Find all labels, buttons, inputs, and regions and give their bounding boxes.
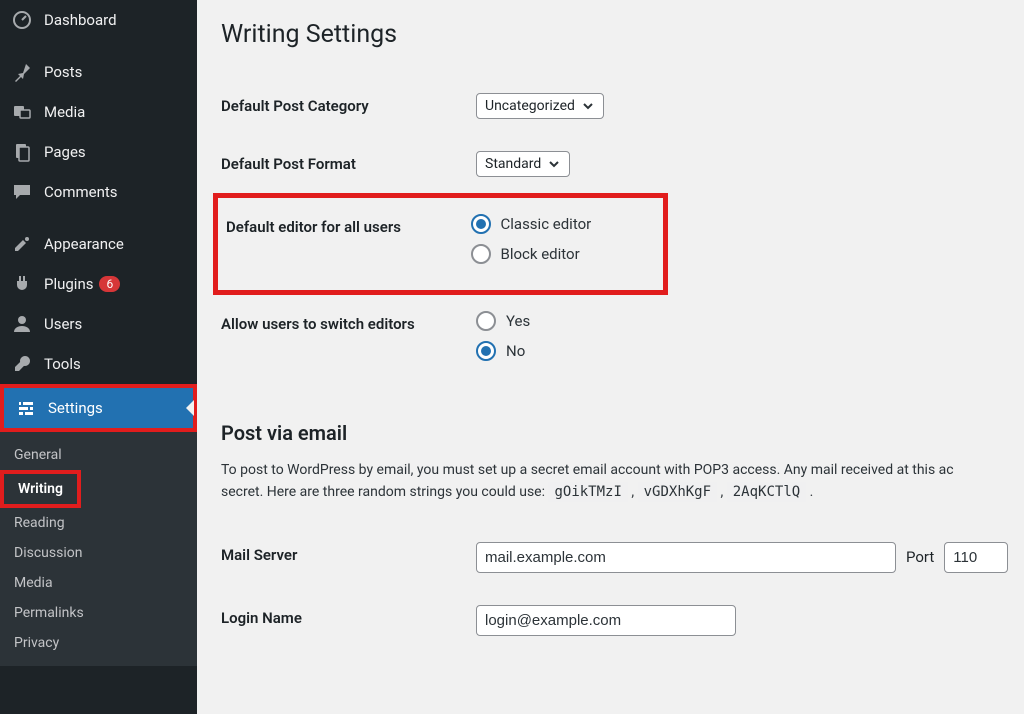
radio-classic-editor[interactable]: Classic editor: [471, 214, 664, 234]
random-string-3: 2AqKCTlQ: [727, 482, 806, 502]
post-via-email-form: Mail Server Port Login Name: [221, 526, 1016, 652]
writing-settings-form-cont: Allow users to switch editors Yes No: [221, 295, 1016, 387]
sidebar-item-comments[interactable]: Comments: [0, 172, 197, 212]
sidebar-label: Settings: [48, 399, 103, 417]
radio-allow-switch-no[interactable]: No: [476, 341, 1016, 361]
plugins-update-badge: 6: [99, 276, 120, 292]
random-string-2: vGDXhKgF: [638, 482, 717, 502]
sidebar-label: Media: [44, 103, 85, 121]
highlight-default-editor: Default editor for all users Classic edi…: [213, 193, 668, 295]
sidebar-label: Posts: [44, 63, 82, 81]
appearance-icon: [12, 234, 32, 254]
radio-block-editor[interactable]: Block editor: [471, 244, 664, 264]
label-allow-switch: Allow users to switch editors: [221, 295, 476, 387]
label-login-name: Login Name: [221, 589, 476, 652]
chevron-down-icon: [547, 157, 561, 171]
label-port: Port: [906, 548, 934, 566]
page-title: Writing Settings: [221, 20, 1016, 49]
subnav-general[interactable]: General: [0, 440, 197, 470]
radio-icon: [471, 214, 491, 234]
sidebar-item-pages[interactable]: Pages: [0, 132, 197, 172]
sidebar-label: Appearance: [44, 235, 124, 253]
admin-sidebar: Dashboard Posts Media Pages Comments App…: [0, 0, 197, 714]
subnav-discussion[interactable]: Discussion: [0, 538, 197, 568]
chevron-down-icon: [581, 99, 595, 113]
sidebar-label: Dashboard: [44, 11, 117, 29]
heading-post-via-email: Post via email: [221, 421, 1016, 445]
media-icon: [12, 102, 32, 122]
sidebar-label: Tools: [44, 355, 81, 373]
input-login-name[interactable]: [476, 605, 736, 636]
label-default-editor: Default editor for all users: [216, 196, 471, 293]
radio-icon: [476, 311, 496, 331]
sidebar-item-media[interactable]: Media: [0, 92, 197, 132]
radio-label: No: [506, 342, 525, 360]
radio-label: Yes: [506, 312, 530, 330]
sidebar-item-plugins[interactable]: Plugins 6: [0, 264, 197, 304]
sidebar-item-users[interactable]: Users: [0, 304, 197, 344]
label-default-category: Default Post Category: [221, 77, 476, 135]
sidebar-label: Plugins: [44, 275, 93, 293]
highlight-writing-subnav: Writing: [0, 470, 81, 508]
users-icon: [12, 314, 32, 334]
radio-label: Classic editor: [501, 215, 592, 233]
select-default-category[interactable]: Uncategorized: [476, 93, 604, 119]
sidebar-item-posts[interactable]: Posts: [0, 52, 197, 92]
sidebar-item-tools[interactable]: Tools: [0, 344, 197, 384]
sidebar-item-settings[interactable]: Settings: [4, 388, 193, 428]
input-mail-port[interactable]: [944, 542, 1008, 573]
tools-icon: [12, 354, 32, 374]
pushpin-icon: [12, 62, 32, 82]
select-value: Standard: [485, 156, 541, 172]
sidebar-item-appearance[interactable]: Appearance: [0, 224, 197, 264]
random-string-1: gOikTMzI: [548, 482, 627, 502]
subnav-reading[interactable]: Reading: [0, 508, 197, 538]
plugins-icon: [12, 274, 32, 294]
highlight-settings-nav: Settings: [0, 384, 197, 432]
radio-allow-switch-yes[interactable]: Yes: [476, 311, 1016, 331]
radio-icon: [471, 244, 491, 264]
label-mail-server: Mail Server: [221, 526, 476, 589]
sidebar-label: Pages: [44, 143, 86, 161]
subnav-permalinks[interactable]: Permalinks: [0, 598, 197, 628]
writing-settings-form: Default Post Category Uncategorized Defa…: [221, 77, 1016, 193]
settings-subnav: General Writing Reading Discussion Media…: [0, 432, 197, 666]
input-mail-server[interactable]: [476, 542, 896, 573]
subnav-media[interactable]: Media: [0, 568, 197, 598]
comments-icon: [12, 182, 32, 202]
subnav-writing[interactable]: Writing: [4, 474, 77, 504]
select-default-format[interactable]: Standard: [476, 151, 570, 177]
main-content: Writing Settings Default Post Category U…: [197, 0, 1024, 714]
subnav-privacy[interactable]: Privacy: [0, 628, 197, 658]
sidebar-item-dashboard[interactable]: Dashboard: [0, 0, 197, 40]
sidebar-label: Comments: [44, 183, 118, 201]
label-default-format: Default Post Format: [221, 135, 476, 193]
post-via-email-description: To post to WordPress by email, you must …: [221, 459, 1016, 504]
settings-icon: [16, 398, 36, 418]
dashboard-icon: [12, 10, 32, 30]
sidebar-label: Users: [44, 315, 82, 333]
pages-icon: [12, 142, 32, 162]
select-value: Uncategorized: [485, 98, 575, 114]
radio-label: Block editor: [501, 245, 580, 263]
radio-icon: [476, 341, 496, 361]
